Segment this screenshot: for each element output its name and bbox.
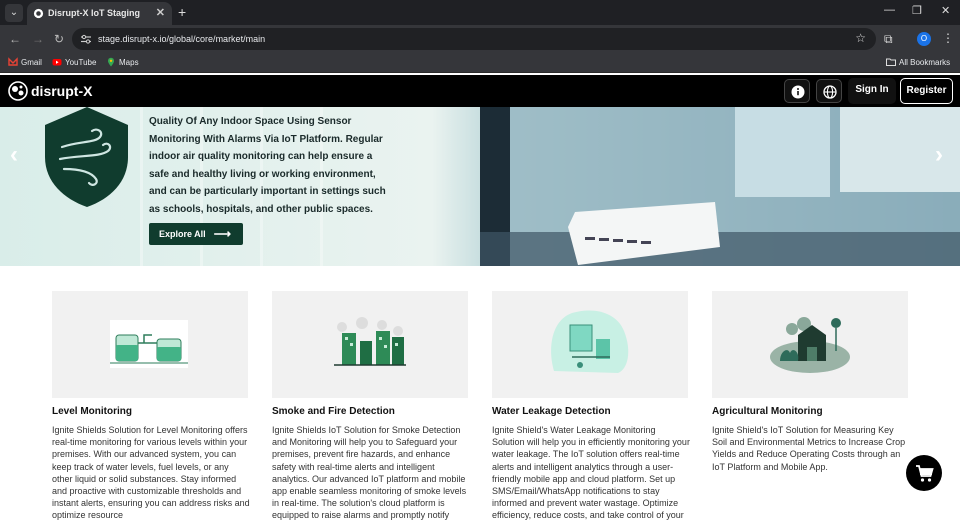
logo-mark-icon (8, 81, 28, 101)
site-header: disrupt-X Sign In Register (0, 75, 960, 107)
register-button[interactable]: Register (900, 78, 953, 104)
browser-tab[interactable]: Disrupt-X IoT Staging ✕ (27, 2, 172, 25)
burning-buildings-illustration-icon (334, 317, 406, 366)
card-image (52, 291, 248, 398)
extensions-icon[interactable]: ⧉ (884, 32, 893, 47)
browser-toolbar: ← → ↻ stage.disrupt-x.io/global/core/mar… (0, 25, 960, 53)
carousel-prev-icon[interactable]: ‹ (10, 141, 18, 169)
site-favicon-icon (33, 8, 44, 19)
tab-title: Disrupt-X IoT Staging (48, 8, 140, 18)
solution-card-smoke-fire[interactable]: Smoke and Fire Detection Ignite Shields … (272, 291, 468, 522)
address-bar[interactable]: stage.disrupt-x.io/global/core/market/ma… (72, 28, 876, 50)
cart-button[interactable] (906, 455, 942, 491)
solution-card-level-monitoring[interactable]: Level Monitoring Ignite Shields Solution… (52, 291, 250, 522)
solution-card-water-leakage[interactable]: Water Leakage Detection Ignite Shield's … (492, 291, 690, 522)
hero-banner: Quality Of Any Indoor Space Using Sensor… (0, 107, 960, 266)
card-image (492, 291, 688, 398)
gmail-icon (8, 57, 18, 66)
sign-in-button[interactable]: Sign In (848, 78, 896, 104)
bookmark-label: Gmail (21, 58, 42, 67)
explore-all-button[interactable]: Explore All ⟶ (149, 223, 243, 245)
globe-icon (823, 85, 837, 99)
youtube-icon (52, 59, 62, 66)
new-tab-button[interactable]: + (178, 4, 186, 20)
hero-background-image (0, 107, 960, 266)
site-logo[interactable]: disrupt-X (7, 81, 92, 101)
language-button[interactable] (816, 79, 842, 103)
site-settings-icon[interactable] (80, 33, 92, 45)
card-title: Agricultural Monitoring (712, 406, 823, 417)
card-title: Water Leakage Detection (492, 406, 611, 417)
close-tab-icon[interactable]: ✕ (156, 6, 165, 19)
bookmark-label: Maps (119, 58, 139, 67)
info-button[interactable] (784, 79, 810, 103)
all-bookmarks[interactable]: All Bookmarks (886, 57, 950, 69)
arrow-right-icon: ⟶ (213, 227, 231, 241)
close-window-icon[interactable]: ✕ (941, 4, 950, 17)
barn-illustration-icon (770, 317, 850, 373)
bathroom-illustration-icon (551, 310, 629, 373)
card-description: Ignite Shields IoT Solution for Smoke De… (272, 425, 467, 521)
bookmark-label: YouTube (65, 58, 97, 67)
card-title: Smoke and Fire Detection (272, 406, 395, 417)
bookmarks-bar: Gmail YouTube Maps All Bookmarks (0, 53, 960, 73)
bookmark-maps[interactable]: Maps (106, 57, 139, 69)
browser-menu-icon[interactable]: ⋮ (942, 31, 954, 45)
bookmark-star-icon[interactable]: ☆ (855, 31, 866, 45)
cart-icon (916, 465, 934, 482)
water-tanks-illustration-icon (110, 320, 188, 368)
tab-search-button[interactable]: ⌄ (5, 4, 23, 22)
url-text: stage.disrupt-x.io/global/core/market/ma… (98, 34, 266, 44)
reload-icon[interactable]: ↻ (54, 32, 64, 46)
card-description: Ignite Shield's IoT Solution for Measuri… (712, 425, 906, 472)
folder-icon (886, 58, 896, 66)
browser-tab-strip: ⌄ Disrupt-X IoT Staging ✕ + — ❐ ✕ (0, 0, 960, 25)
logo-text: disrupt-X (31, 83, 93, 99)
explore-all-label: Explore All (159, 229, 206, 239)
maps-icon (108, 57, 114, 67)
minimize-icon[interactable]: — (884, 4, 895, 16)
card-title: Level Monitoring (52, 406, 132, 417)
card-description: Ignite Shield's Water Leakage Monitoring… (492, 425, 690, 521)
profile-avatar[interactable]: O (917, 32, 931, 46)
restore-icon[interactable]: ❐ (912, 4, 922, 17)
back-icon[interactable]: ← (9, 32, 21, 46)
forward-icon[interactable]: → (32, 32, 44, 46)
all-bookmarks-label: All Bookmarks (899, 58, 951, 67)
carousel-next-icon[interactable]: › (935, 141, 943, 169)
card-image (712, 291, 908, 398)
bookmark-youtube[interactable]: YouTube (52, 57, 96, 69)
info-icon (791, 85, 805, 99)
hero-description: Quality Of Any Indoor Space Using Sensor… (149, 116, 386, 215)
bookmark-gmail[interactable]: Gmail (8, 57, 42, 69)
card-image (272, 291, 468, 398)
card-description: Ignite Shields Solution for Level Monito… (52, 425, 250, 521)
solution-card-agricultural[interactable]: Agricultural Monitoring Ignite Shield's … (712, 291, 908, 522)
